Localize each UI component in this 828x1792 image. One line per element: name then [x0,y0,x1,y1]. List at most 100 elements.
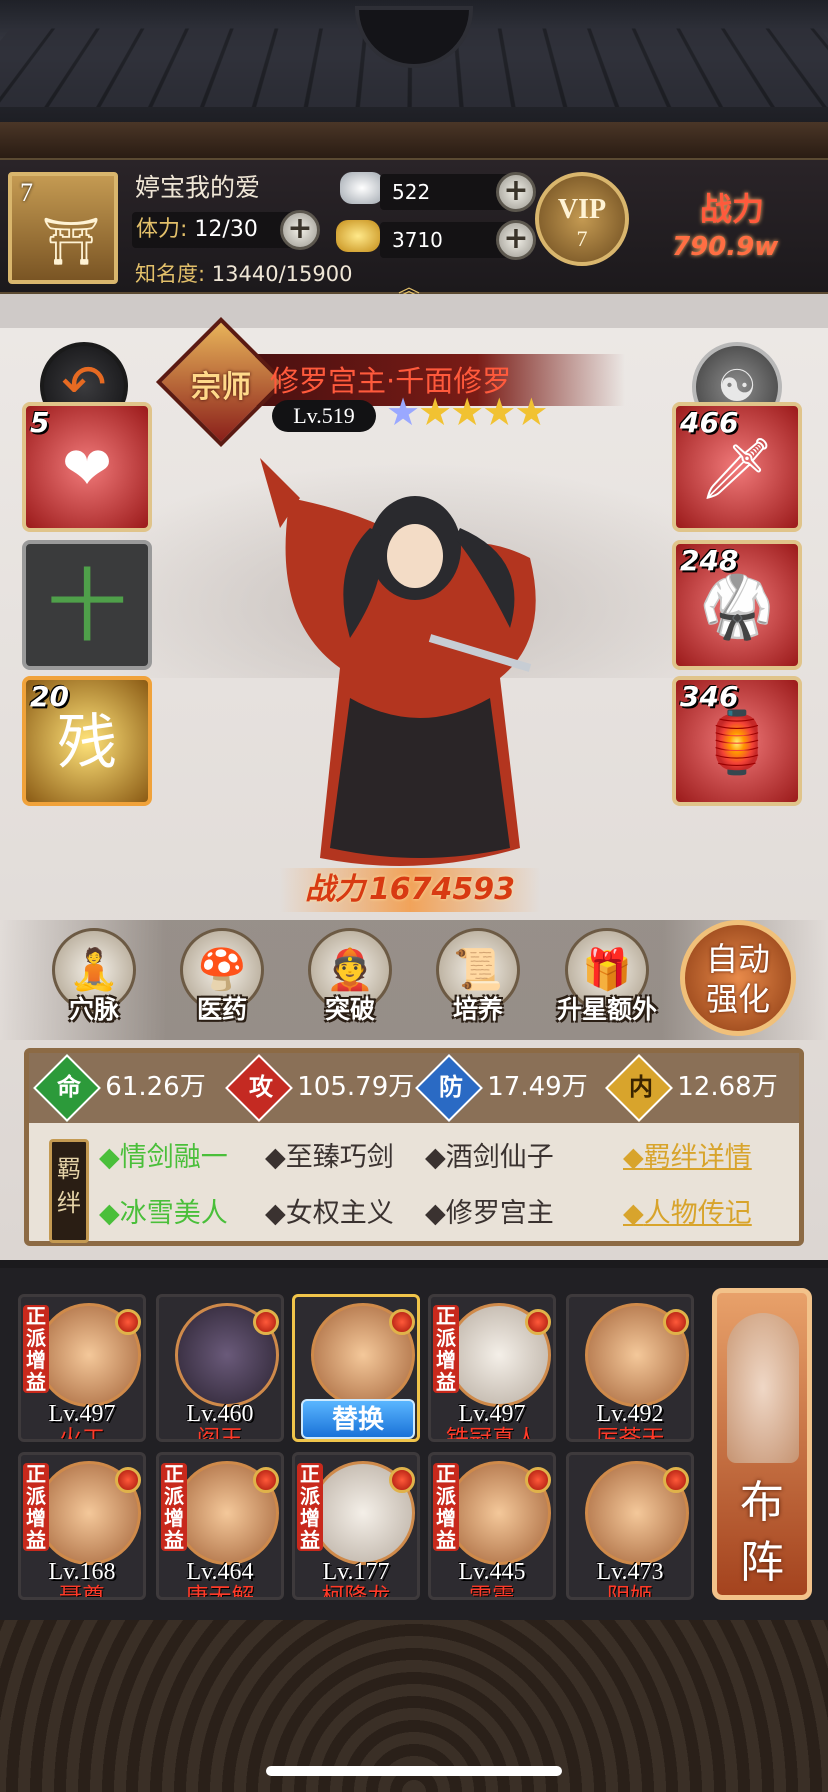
add-silver-button[interactable]: + [496,172,536,212]
silver-icon [340,172,384,204]
combat-power-label: 战力 [304,872,365,907]
fame-row: 知名度: 13440/15900 [135,258,352,288]
slot-count: 20 [30,680,69,713]
breakthrough-button[interactable]: 👲 突破 [300,928,400,1038]
faction-bonus-tag: 正派增益 [23,1305,49,1393]
roster-name: 阴姬 [607,1584,653,1600]
bond-name: 情剑融一 [119,1142,228,1173]
slot-count: 5 [30,406,50,439]
roster-name: 聂尊 [59,1584,105,1600]
bond-details-label: 羁绊详情 [643,1142,752,1173]
hero-roster: 正派增益 Lv.497 火工 Lv.460 阎王 替换 正派增益 Lv.497 … [0,1268,828,1620]
bond-name: 酒剑仙子 [445,1142,554,1173]
rank-text: 宗师 [191,370,251,405]
roster-card[interactable]: 正派增益 Lv.497 火工 [18,1294,146,1442]
slot-left-2-empty[interactable]: 十 [22,540,152,670]
notify-dot-icon [663,1467,689,1493]
meridian-button[interactable]: 🧘 穴脉 [44,928,144,1038]
player-level: 7 [20,178,33,207]
hp-icon-text: 命 [57,1073,81,1101]
vip-badge[interactable]: VIP 7 [535,172,629,266]
stamina-label: 体力: [136,217,188,242]
notify-dot-icon [525,1309,551,1335]
armor-slot[interactable]: 🥋 248 [672,540,802,670]
training-button[interactable]: 📜 培养 [428,928,528,1038]
fame-label: 知名度: [135,262,206,286]
auto-enhance-button[interactable]: 自动 强化 [680,920,796,1036]
stat-internal: 内 12.68万 [605,1053,778,1122]
faction-bonus-tag: 正派增益 [433,1305,459,1393]
star-icon: ★ [386,390,420,434]
stamina-bar: 体力: 12/30 [132,212,302,248]
internal-value: 12.68万 [677,1072,778,1102]
star-up-extra-button[interactable]: 🎁 升星额外 [548,928,666,1038]
hero-character-art [260,458,536,866]
bond-item: ◆女权主义 [265,1198,394,1229]
faction-bonus-tag: 正派增益 [161,1463,187,1551]
star-icon: ★ [514,390,548,434]
training-label: 培养 [452,995,503,1024]
auto-enhance-line2: 强化 [705,980,770,1018]
defense-icon-text: 防 [439,1073,463,1101]
notify-dot-icon [525,1467,551,1493]
biography-link[interactable]: ◆人物传记 [623,1191,752,1230]
add-gold-button[interactable]: + [496,220,536,260]
total-power-label: 战力 [700,190,765,228]
add-stamina-button[interactable]: + [280,210,320,250]
bond-item-active: ◆情剑融一 [99,1142,228,1173]
slot-count: 346 [680,680,739,713]
status-header: 7 ⛩ 婷宝我的爱 体力: 12/30 + 知名度: 13440/15900 5… [0,158,828,301]
roster-card[interactable]: 正派增益 Lv.464 唐无解 [156,1452,284,1600]
medicine-button[interactable]: 🍄 医药 [172,928,272,1038]
roster-card[interactable]: Lv.492 厉苍天 [566,1294,694,1442]
stat-hp: 命 61.26万 [33,1053,206,1122]
roster-card-current[interactable]: 替换 [292,1294,420,1442]
star-icon: ★ [482,390,516,434]
roster-card[interactable]: 正派增益 Lv.445 雷震 [428,1452,556,1600]
notify-dot-icon [253,1467,279,1493]
roster-card[interactable]: 正派增益 Lv.168 聂尊 [18,1452,146,1600]
medicine-label: 医药 [196,995,247,1024]
slot-count: 248 [680,544,739,577]
roster-name: 铁冠真人 [446,1426,538,1442]
hero-stars: ★★★★★ [386,390,548,434]
bond-details-link[interactable]: ◆羁绊详情 [623,1135,752,1174]
slot-left-1[interactable]: ❤ 5 [22,402,152,532]
divider-band [0,294,828,328]
vip-level: 7 [576,226,588,251]
roster-card[interactable]: 正派增益 Lv.177 柯降龙 [292,1452,420,1600]
roster-name: 唐无解 [185,1584,255,1600]
player-level-badge[interactable]: 7 ⛩ [8,172,118,284]
bond-item: ◆至臻巧剑 [265,1142,394,1173]
bond-tag: 羁绊 [49,1139,89,1243]
auto-enhance-line1: 自动 [705,940,770,978]
roster-card[interactable]: 正派增益 Lv.497 铁冠真人 [428,1294,556,1442]
formation-button[interactable]: 布 阵 [712,1288,812,1600]
internal-icon-text: 内 [629,1073,653,1101]
total-power-value: 790.9w [672,232,779,262]
home-indicator[interactable] [266,1766,562,1776]
roster-name: 厉苍天 [595,1426,665,1442]
bond-name: 至臻巧剑 [285,1142,394,1173]
roster-card[interactable]: Lv.460 阎王 [156,1294,284,1442]
weapon-slot[interactable]: 🗡 466 [672,402,802,532]
formation-char-1: 布 [740,1477,784,1528]
faction-bonus-tag: 正派增益 [23,1463,49,1551]
stat-defense: 防 17.49万 [415,1053,588,1122]
roster-card[interactable]: Lv.473 阴姬 [566,1452,694,1600]
player-name: 婷宝我的爱 [135,173,261,202]
slot-left-3[interactable]: 残 20 [22,676,152,806]
accessory-slot[interactable]: 🏮 346 [672,676,802,806]
roof-beam [0,122,828,158]
silver-amount: 522 [380,174,510,210]
star-icon: ★ [450,390,484,434]
combat-power-value: 1674593 [368,872,516,907]
notify-dot-icon [115,1467,141,1493]
bond-name: 女权主义 [285,1198,394,1229]
star-up-extra-label: 升星额外 [556,995,657,1024]
faction-bonus-tag: 正派增益 [433,1463,459,1551]
swap-button[interactable]: 替换 [301,1399,415,1439]
roster-name: 柯降龙 [321,1584,391,1600]
vip-label: VIP [557,194,607,225]
breakthrough-label: 突破 [324,995,375,1024]
